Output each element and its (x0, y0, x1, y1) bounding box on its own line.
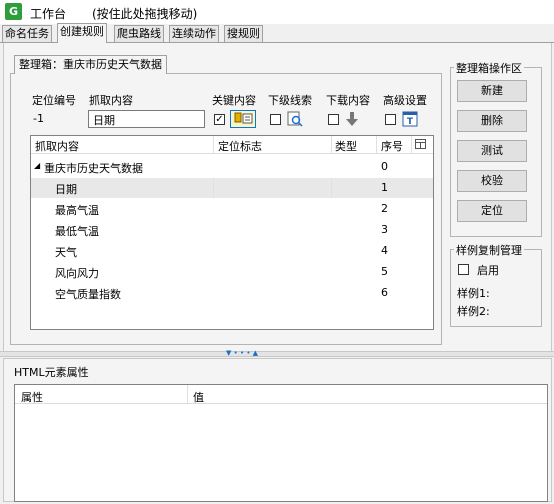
row-name: 风向风力 (55, 267, 99, 280)
key-content-label: 关键内容 (212, 94, 256, 107)
grab-content-input[interactable]: 日期 (88, 110, 205, 128)
pos-id-label: 定位编号 (32, 94, 76, 107)
window-title: 工作台 (30, 7, 67, 21)
row-name: 日期 (55, 183, 77, 196)
row-name: 空气质量指数 (55, 288, 121, 301)
column-header-value[interactable]: 值 (193, 389, 204, 405)
table-row[interactable]: 天气 4 (31, 241, 433, 261)
root-name: 重庆市历史天气数据 (44, 162, 143, 175)
row-name: 天气 (55, 246, 77, 259)
table-row[interactable]: 日期 1 (31, 178, 433, 198)
table-row[interactable]: 空气质量指数 6 (31, 283, 433, 303)
tree-root-row[interactable]: ◢ 重庆市历史天气数据 0 (31, 157, 433, 177)
column-header-locate[interactable]: 定位标志 (218, 138, 262, 154)
splitter[interactable] (0, 351, 554, 357)
column-header-attribute[interactable]: 属性 (21, 389, 43, 405)
download-label: 下载内容 (326, 94, 370, 107)
document-search-icon (287, 111, 303, 127)
column-chooser-icon[interactable] (415, 139, 427, 153)
row-index: 6 (381, 286, 388, 299)
delete-button[interactable]: 删除 (457, 110, 527, 132)
download-arrow-icon (346, 112, 358, 126)
row-index: 1 (381, 181, 388, 194)
tab-search-rule[interactable]: 搜规则 (224, 25, 263, 42)
advanced-label: 高级设置 (383, 94, 427, 107)
tab-create-rule[interactable]: 创建规则 (57, 23, 107, 43)
key-content-checkbox[interactable]: ✓ (214, 114, 225, 125)
download-checkbox[interactable] (328, 114, 339, 125)
validate-button[interactable]: 校验 (457, 170, 527, 192)
key-icon (234, 112, 253, 124)
root-index: 0 (381, 160, 388, 173)
text-format-icon: T (402, 111, 418, 127)
table-header: 抓取内容 定位标志 类型 序号 (31, 136, 433, 154)
sub-clue-button[interactable] (286, 111, 304, 127)
test-button[interactable]: 测试 (457, 140, 527, 162)
enable-checkbox[interactable] (458, 264, 469, 275)
column-divider (376, 136, 377, 153)
row-name: 最高气温 (55, 204, 99, 217)
row-index: 5 (381, 265, 388, 278)
sub-clue-checkbox[interactable] (270, 114, 281, 125)
enable-label: 启用 (477, 264, 499, 277)
expand-triangle-icon[interactable]: ◢ (34, 161, 40, 170)
grab-content-label: 抓取内容 (89, 94, 133, 107)
table-row[interactable]: 风向风力 5 (31, 262, 433, 282)
row-index: 3 (381, 223, 388, 236)
tab-continuous-action[interactable]: 连续动作 (169, 25, 219, 42)
tab-crawler-route[interactable]: 爬虫路线 (114, 25, 164, 42)
sample-group-title: 样例复制管理 (454, 242, 524, 258)
tab-name-task[interactable]: 命名任务 (2, 25, 52, 42)
column-divider (331, 136, 332, 153)
sample1-label: 样例1: (457, 287, 490, 300)
advanced-button[interactable]: T (402, 111, 418, 127)
pos-id-value: -1 (33, 112, 44, 125)
box-tab[interactable]: 整理箱：重庆市历史天气数据 (14, 55, 167, 74)
key-content-button[interactable] (230, 110, 256, 128)
html-props-grid[interactable]: 属性 值 (14, 384, 548, 502)
download-button[interactable] (344, 111, 360, 127)
html-props-title: HTML元素属性 (14, 366, 89, 379)
advanced-checkbox[interactable] (385, 114, 396, 125)
rule-tree-table[interactable]: 抓取内容 定位标志 类型 序号 ◢ 重庆市历史天气数据 0 日期 1 最高气温 … (30, 135, 434, 330)
ops-group-title: 整理箱操作区 (454, 60, 524, 76)
sample2-label: 样例2: (457, 305, 490, 318)
app-logo-icon: G (5, 3, 22, 20)
table-row[interactable]: 最低气温 3 (31, 220, 433, 240)
drag-hint[interactable]: (按住此处拖拽移动) (92, 5, 197, 22)
row-index: 4 (381, 244, 388, 257)
locate-button[interactable]: 定位 (457, 200, 527, 222)
row-index: 2 (381, 202, 388, 215)
table-row[interactable]: 最高气温 2 (31, 199, 433, 219)
column-divider (411, 136, 412, 153)
column-header-grab[interactable]: 抓取内容 (35, 138, 79, 154)
sub-clue-label: 下级线索 (268, 94, 312, 107)
new-button[interactable]: 新建 (457, 80, 527, 102)
column-header-type[interactable]: 类型 (335, 138, 357, 154)
column-header-index[interactable]: 序号 (381, 138, 403, 154)
svg-text:T: T (407, 117, 414, 127)
column-divider (213, 136, 214, 153)
row-name: 最低气温 (55, 225, 99, 238)
title-bar[interactable]: G 工作台 (按住此处拖拽移动) (0, 0, 554, 24)
splitter-arrows-icon[interactable]: ▼ • • • ▲ (226, 350, 258, 357)
